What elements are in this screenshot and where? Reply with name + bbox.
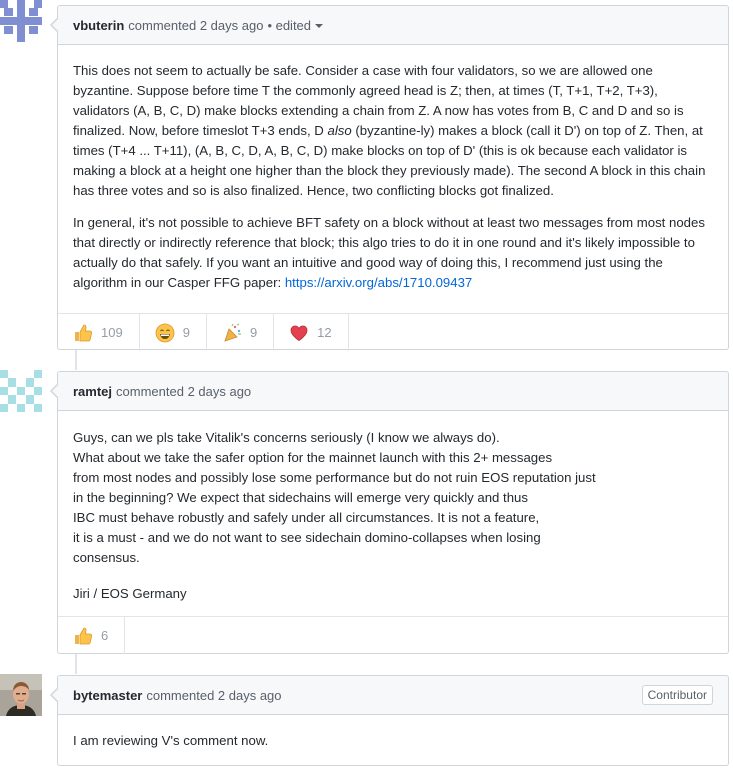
edited-label: • edited (267, 17, 312, 33)
comment-timestamp[interactable]: commented 2 days ago (128, 18, 263, 33)
avatar-bytemaster[interactable] (0, 674, 42, 716)
timeline-connector (75, 654, 77, 674)
comment-timestamp[interactable]: commented 2 days ago (116, 384, 251, 399)
chevron-down-icon (315, 23, 324, 28)
laugh-icon (155, 323, 175, 342)
reaction-hooray[interactable]: 9 (207, 314, 275, 351)
thumbs-up-icon (75, 324, 93, 341)
reaction-laugh[interactable]: 9 (140, 314, 207, 351)
reaction-count: 6 (101, 628, 109, 643)
comment-header: bytemaster commented 2 days ago Contribu… (58, 676, 728, 715)
contributor-badge: Contributor (641, 685, 713, 705)
comment-author[interactable]: bytemaster (73, 688, 142, 703)
comment-timestamp[interactable]: commented 2 days ago (146, 688, 281, 703)
comment-header: ramtej commented 2 days ago (58, 372, 728, 411)
reaction-thumbs-up[interactable]: 109 (58, 314, 140, 351)
thumbs-up-icon (75, 627, 93, 644)
reaction-count: 109 (101, 325, 123, 340)
comment-paragraph: In general, it's not possible to achieve… (73, 215, 705, 290)
comment-header: vbuterin commented 2 days ago • edited (58, 6, 728, 45)
reaction-heart[interactable]: 12 (274, 314, 349, 351)
reactions-bar: 109 9 9 12 (58, 313, 728, 351)
reaction-thumbs-up[interactable]: 6 (58, 617, 126, 654)
comment-paragraph: This does not seem to actually be safe. … (73, 63, 706, 198)
avatar-vbuterin[interactable] (0, 0, 42, 42)
comment-paragraph: I am reviewing V's comment now. (73, 733, 269, 748)
identicon (0, 0, 42, 42)
comment-paragraph: Guys, can we pls take Vitalik's concerns… (73, 430, 596, 565)
heart-icon (290, 325, 308, 341)
reaction-count: 9 (249, 325, 258, 340)
timeline-connector (75, 350, 77, 370)
user-photo-avatar (0, 674, 42, 716)
identicon (0, 370, 42, 412)
comment-body: Guys, can we pls take Vitalik's concerns… (58, 411, 728, 616)
reactions-bar: 6 (58, 616, 728, 654)
reaction-count: 9 (182, 325, 190, 340)
paper-link[interactable]: https://arxiv.org/abs/1710.09437 (285, 275, 472, 290)
comment-signature: Jiri / EOS Germany (73, 586, 187, 601)
edited-dropdown[interactable]: • edited (267, 17, 324, 33)
comment-body: I am reviewing V's comment now. (58, 715, 728, 766)
comment-ramtej: ramtej commented 2 days ago Guys, can we… (50, 371, 729, 654)
hooray-icon (224, 322, 241, 342)
reaction-count: 12 (317, 325, 332, 340)
comment-vbuterin: vbuterin commented 2 days ago • edited T… (50, 5, 729, 351)
comment-author[interactable]: ramtej (73, 384, 112, 399)
comment-bytemaster: bytemaster commented 2 days ago Contribu… (50, 675, 729, 766)
avatar-ramtej[interactable] (0, 370, 42, 412)
comment-body: This does not seem to actually be safe. … (58, 45, 728, 313)
comment-author[interactable]: vbuterin (73, 18, 124, 33)
